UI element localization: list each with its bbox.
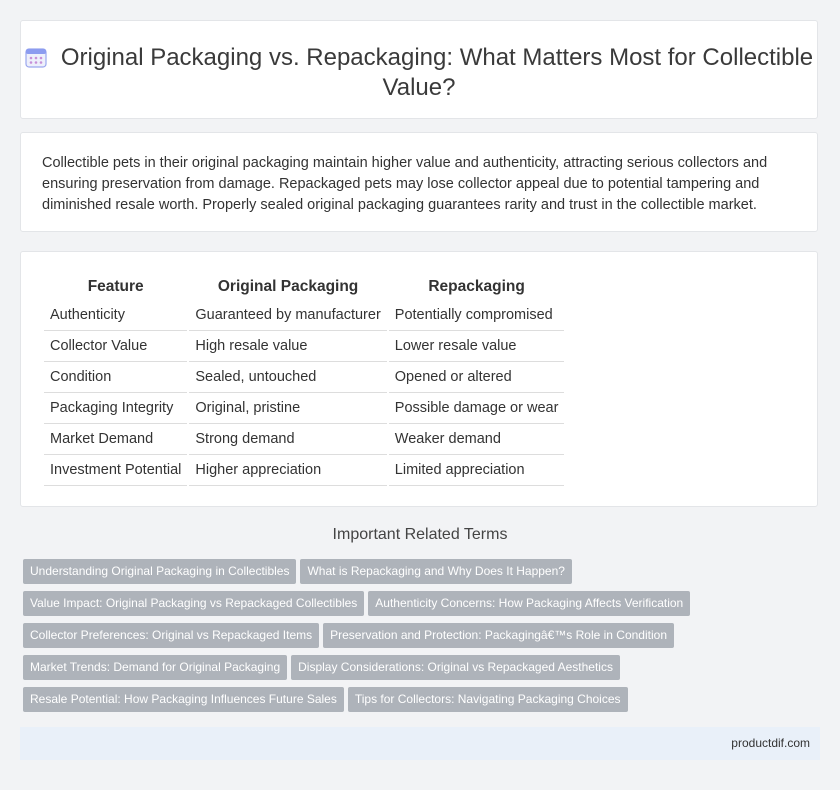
table-cell: Collector Value xyxy=(44,331,188,362)
table-cell: Lower resale value xyxy=(388,331,565,362)
page-title: Original Packaging vs. Repackaging: What… xyxy=(60,44,814,101)
column-header-repackaging: Repackaging xyxy=(428,278,525,295)
table-cell: Guaranteed by manufacturer xyxy=(189,300,387,331)
table-cell: High resale value xyxy=(189,331,387,362)
table-cell: Possible damage or wear xyxy=(388,393,565,424)
related-terms-heading: Important Related Terms xyxy=(332,526,508,543)
table-cell: Authenticity xyxy=(44,300,188,331)
table-cell: Potentially compromised xyxy=(388,300,565,331)
header-card: Original Packaging vs. Repackaging: What… xyxy=(20,20,818,119)
related-terms-list: Understanding Original Packaging in Coll… xyxy=(23,559,823,719)
table-cell: Packaging Integrity xyxy=(44,393,188,424)
table-cell: Original, pristine xyxy=(189,393,387,424)
site-credit: productdif.com xyxy=(731,736,810,750)
table-row: Packaging Integrity Original, pristine P… xyxy=(44,393,565,424)
comparison-table: Feature Original Packaging Repackaging A… xyxy=(42,274,566,486)
table-row: Investment Potential Higher appreciation… xyxy=(44,455,565,486)
table-row: Authenticity Guaranteed by manufacturer … xyxy=(44,300,565,331)
summary-text: Collectible pets in their original packa… xyxy=(42,155,768,213)
tag-row: Resale Potential: How Packaging Influenc… xyxy=(23,687,823,719)
table-cell: Condition xyxy=(44,362,188,393)
tag-row: Collector Preferences: Original vs Repac… xyxy=(23,623,823,655)
table-cell: Limited appreciation xyxy=(388,455,565,486)
comparison-card: Feature Original Packaging Repackaging A… xyxy=(20,251,818,507)
table-cell: Investment Potential xyxy=(44,455,188,486)
table-row: Collector Value High resale value Lower … xyxy=(44,331,565,362)
related-term-link[interactable]: Understanding Original Packaging in Coll… xyxy=(23,559,297,584)
table-row: Market Demand Strong demand Weaker deman… xyxy=(44,424,565,455)
table-cell: Higher appreciation xyxy=(189,455,387,486)
related-term-link[interactable]: Tips for Collectors: Navigating Packagin… xyxy=(347,687,628,712)
tag-row: Understanding Original Packaging in Coll… xyxy=(23,559,823,591)
tag-row: Market Trends: Demand for Original Packa… xyxy=(23,655,823,687)
related-term-link[interactable]: Preservation and Protection: Packagingâ€… xyxy=(323,623,674,648)
footer-bar: productdif.com xyxy=(20,727,820,760)
table-cell: Strong demand xyxy=(189,424,387,455)
related-term-link[interactable]: Value Impact: Original Packaging vs Repa… xyxy=(23,591,365,616)
table-cell: Market Demand xyxy=(44,424,188,455)
column-header-original: Original Packaging xyxy=(217,278,359,295)
table-cell: Sealed, untouched xyxy=(189,362,387,393)
table-cell: Weaker demand xyxy=(388,424,565,455)
table-header-row: Feature Original Packaging Repackaging xyxy=(44,274,564,300)
summary-card: Collectible pets in their original packa… xyxy=(20,132,818,232)
related-term-link[interactable]: Display Considerations: Original vs Repa… xyxy=(291,655,620,680)
table-cell: Opened or altered xyxy=(388,362,565,393)
column-header-feature: Feature xyxy=(87,278,144,295)
calendar-icon xyxy=(25,48,47,68)
related-term-link[interactable]: Collector Preferences: Original vs Repac… xyxy=(23,623,320,648)
related-term-link[interactable]: Resale Potential: How Packaging Influenc… xyxy=(23,687,344,712)
page-title-wrap: Original Packaging vs. Repackaging: What… xyxy=(21,43,817,103)
related-term-link[interactable]: Authenticity Concerns: How Packaging Aff… xyxy=(368,591,691,616)
related-term-link[interactable]: What is Repackaging and Why Does It Happ… xyxy=(300,559,572,584)
tag-row: Value Impact: Original Packaging vs Repa… xyxy=(23,591,823,623)
table-row: Condition Sealed, untouched Opened or al… xyxy=(44,362,565,393)
related-term-link[interactable]: Market Trends: Demand for Original Packa… xyxy=(23,655,288,680)
